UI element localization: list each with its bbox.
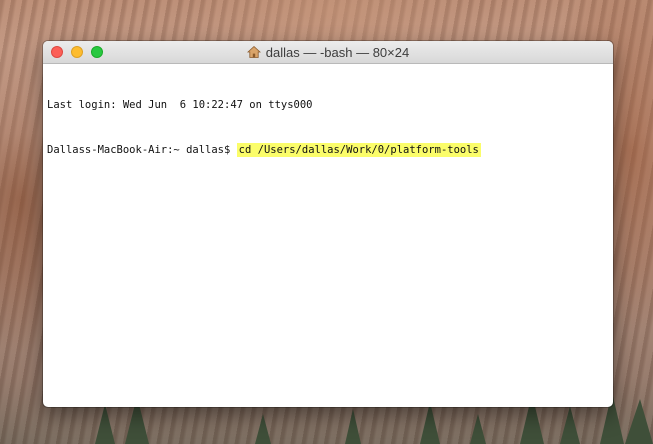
last-login-line: Last login: Wed Jun 6 10:22:47 on ttys00… (47, 99, 313, 111)
shell-prompt: Dallass-MacBook-Air:~ dallas$ (47, 144, 237, 156)
typed-command[interactable]: cd /Users/dallas/Work/0/platform-tools (236, 143, 481, 157)
window-title-text: dallas — -bash — 80×24 (265, 44, 410, 60)
terminal-window[interactable]: dallas — -bash — 80×24 Last login: Wed J… (43, 41, 613, 407)
window-title: dallas — -bash — 80×24 (43, 41, 613, 63)
home-folder-icon (246, 45, 261, 58)
title-bar[interactable]: dallas — -bash — 80×24 (43, 41, 613, 64)
prompt-line: Dallass-MacBook-Air:~ dallas$ cd /Users/… (47, 143, 609, 158)
terminal-output[interactable]: Last login: Wed Jun 6 10:22:47 on ttys00… (43, 64, 613, 188)
